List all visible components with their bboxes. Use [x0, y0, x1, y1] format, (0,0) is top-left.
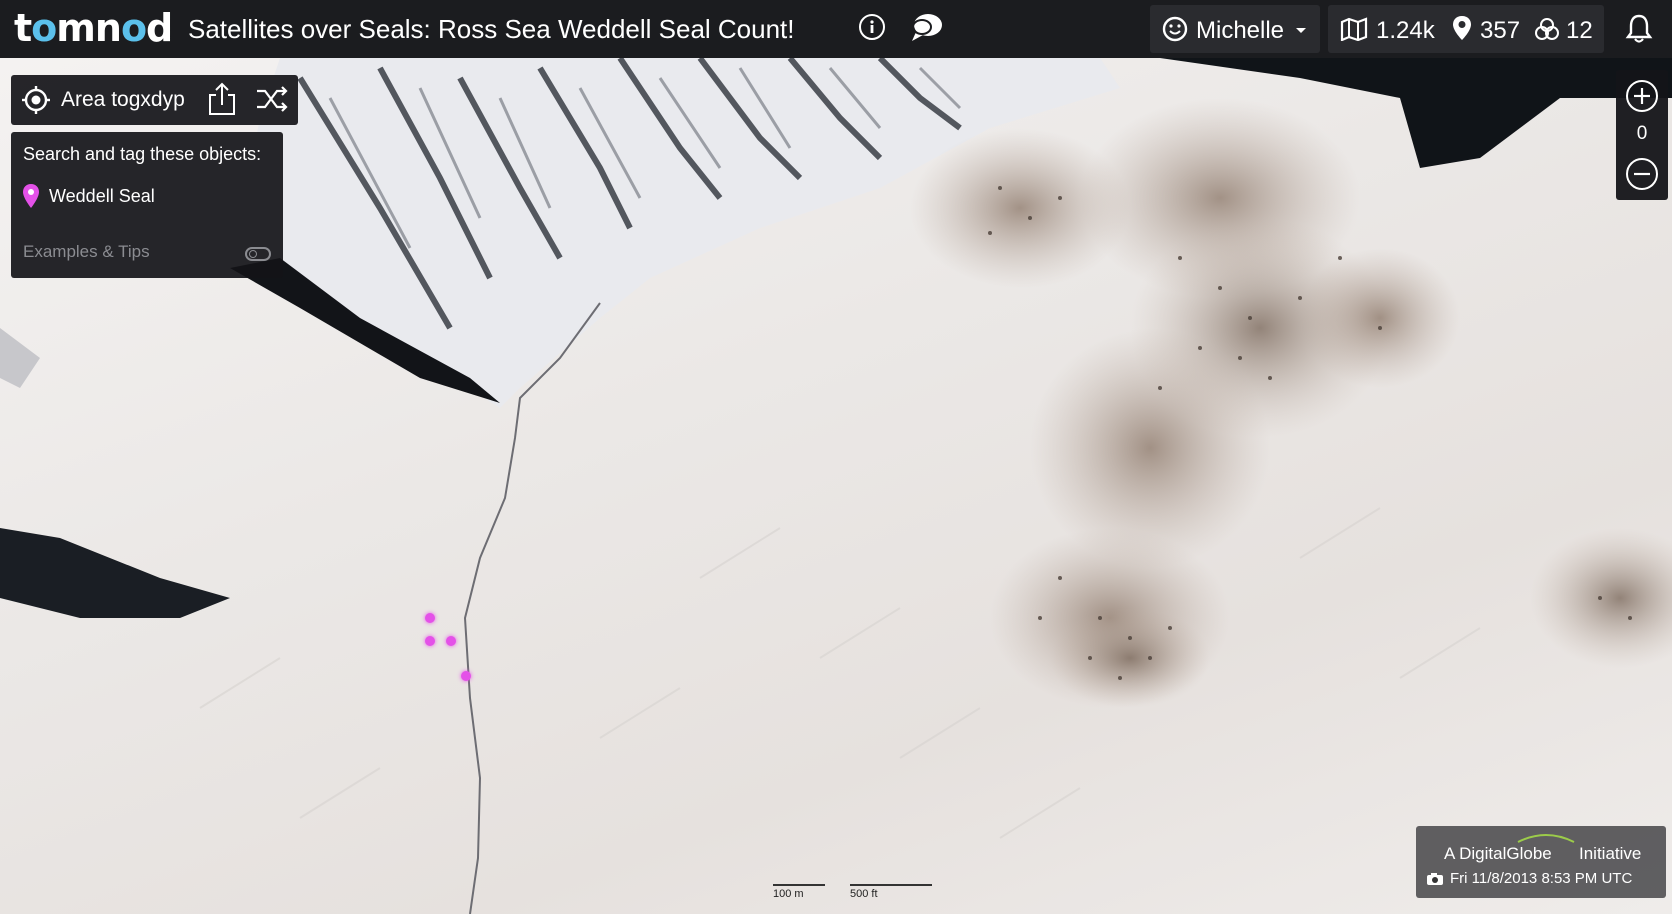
zoom-control: 0 [1616, 70, 1668, 200]
locate-icon[interactable] [21, 85, 51, 115]
zoom-out-icon[interactable] [1625, 157, 1659, 191]
capture-timestamp: Fri 11/8/2013 8:53 PM UTC [1450, 870, 1633, 887]
tag-label: Weddell Seal [49, 186, 155, 206]
top-bar: tomnod Satellites over Seals: Ross Sea W… [0, 0, 1672, 58]
task-panel: Search and tag these objects: Weddell Se… [11, 132, 283, 278]
consensus-count: 12 [1566, 17, 1593, 44]
zoom-level: 0 [1636, 123, 1648, 144]
chat-icon[interactable] [910, 12, 944, 49]
tomnod-logo[interactable]: tomnod [14, 8, 173, 48]
examples-tips-toggle[interactable] [245, 247, 271, 261]
tag-option-weddell-seal[interactable]: Weddell Seal [21, 180, 271, 212]
area-label: Area togxdyp [61, 88, 185, 111]
task-prompt: Search and tag these objects: [23, 144, 262, 164]
scale-bar-metric: 100 m [773, 888, 804, 900]
credit-brand: A DigitalGlobe [1444, 844, 1552, 863]
consensus-icon [1535, 18, 1559, 40]
scale-bar-imperial-line [850, 884, 932, 886]
user-menu[interactable]: Michelle [1150, 5, 1320, 53]
seal-marker[interactable] [425, 636, 435, 646]
chevron-down-icon [1296, 28, 1306, 33]
tag-pin-icon [1453, 16, 1471, 40]
camera-icon [1427, 873, 1443, 885]
share-icon[interactable] [207, 81, 237, 117]
seal-marker[interactable] [446, 636, 456, 646]
toggle-knob [249, 250, 257, 258]
area-toolbar: Area togxdyp [11, 75, 298, 125]
tag-pin-icon [23, 184, 39, 208]
imagery-credit: A DigitalGlobe Initiative Fri 11/8/2013 … [1416, 826, 1666, 898]
scale-bar-metric-line [773, 884, 825, 886]
satellite-map[interactable]: Area togxdyp Search and tag these object… [0, 58, 1672, 914]
user-stats: 1.24k 357 12 [1328, 5, 1604, 53]
smiley-icon [1162, 16, 1188, 42]
seal-marker[interactable] [425, 613, 435, 623]
credit-brand-suffix: Initiative [1579, 844, 1642, 863]
tags-count: 357 [1480, 17, 1521, 44]
bell-icon[interactable] [1624, 13, 1654, 50]
maps-count: 1.24k [1376, 17, 1435, 44]
map-icon [1340, 17, 1368, 41]
user-name: Michelle [1196, 17, 1285, 44]
scale-bar-imperial: 500 ft [850, 888, 878, 900]
campaign-title: Satellites over Seals: Ross Sea Weddell … [188, 14, 795, 44]
digitalglobe-logo-icon [1517, 834, 1575, 843]
shuffle-icon[interactable] [255, 84, 289, 114]
zoom-in-icon[interactable] [1625, 79, 1659, 113]
seal-marker[interactable] [461, 671, 471, 681]
info-icon[interactable] [859, 14, 885, 40]
examples-tips-label: Examples & Tips [23, 242, 150, 261]
